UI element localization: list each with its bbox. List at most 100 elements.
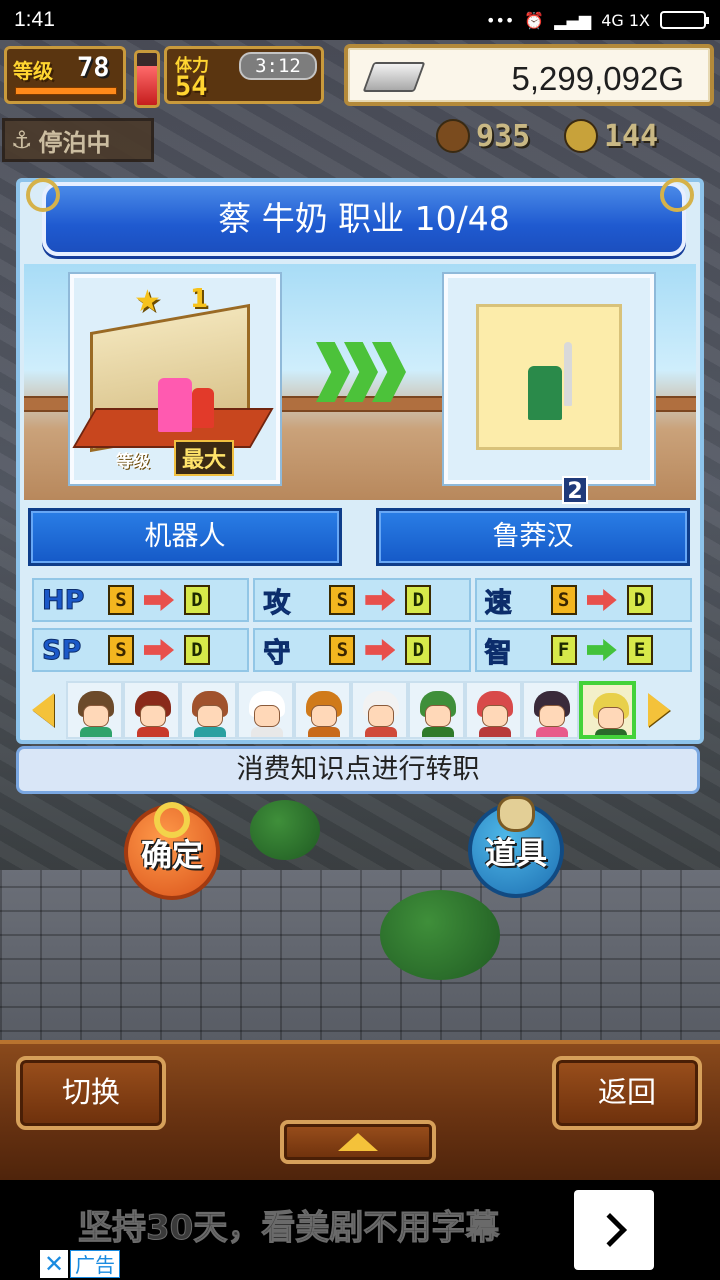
- character-thumb[interactable]: [123, 681, 180, 739]
- transition-arrows-icon: [316, 342, 416, 402]
- ornament-icon: [26, 178, 60, 212]
- bush: [250, 800, 320, 860]
- job-preview-strip: ★ 1 等级 最大: [24, 264, 696, 500]
- stat-attack: 攻 S D: [253, 578, 471, 622]
- status-time: 1:41: [14, 8, 55, 31]
- character-sprite: [528, 366, 562, 420]
- moored-label: 停泊中: [38, 128, 111, 157]
- arrow-right-icon: [365, 639, 396, 661]
- more-icon: •••: [486, 10, 515, 30]
- prev-character-button[interactable]: [24, 684, 62, 736]
- level-tag: 等级: [116, 452, 150, 472]
- stamina-panel: 体力 54 3:12: [164, 46, 324, 104]
- anchor-icon: ⚓: [11, 126, 33, 154]
- arrow-right-icon: [586, 589, 617, 611]
- character-body: [536, 727, 568, 737]
- stat-intelligence: 智 F E: [474, 628, 692, 672]
- stamina-fill: [137, 66, 157, 105]
- ad-text: 坚持30天，看美剧不用字幕: [77, 1208, 500, 1249]
- bottom-bar: 切换 返回: [0, 1040, 720, 1180]
- character-face: [254, 705, 280, 727]
- money-panel: 5,299,092G: [344, 44, 714, 106]
- character-selector: [24, 680, 696, 740]
- silver-ingot-icon: [362, 62, 426, 92]
- arrow-right-icon: [365, 589, 396, 611]
- back-button[interactable]: 返回: [552, 1056, 702, 1130]
- spend-knowledge-button[interactable]: 消费知识点进行转职: [16, 746, 700, 794]
- signal-icon: ▂▄▆: [554, 10, 592, 30]
- knowledge-points: 935: [476, 118, 531, 154]
- character-face: [83, 705, 109, 727]
- star-icon: ★: [134, 284, 161, 319]
- character-thumb[interactable]: [522, 681, 579, 739]
- level-label: 等级: [13, 59, 53, 83]
- bush: [380, 890, 500, 980]
- stat-comparison-grid: HP S D 攻 S D 速 S D SP S D 守 S D 智 F E: [32, 578, 692, 674]
- next-character-button[interactable]: [640, 684, 678, 736]
- ad-close-button[interactable]: ✕: [40, 1250, 68, 1278]
- stat-speed: 速 S D: [474, 578, 692, 622]
- character-thumb[interactable]: [237, 681, 294, 739]
- rank-number: 1: [190, 284, 209, 314]
- network-label: 4G 1X: [601, 10, 650, 30]
- character-body: [365, 727, 397, 737]
- battery-icon: [660, 11, 709, 29]
- character-body: [479, 727, 511, 737]
- arrow-right-icon: [144, 589, 174, 611]
- ad-open-button[interactable]: [574, 1190, 654, 1270]
- level-panel: 等级 78: [4, 46, 126, 104]
- items-button[interactable]: 道具: [468, 796, 564, 898]
- arrow-right-icon: [648, 693, 670, 727]
- new-job-card: [444, 274, 654, 484]
- level-value: 78: [77, 52, 110, 83]
- equipment-count-badge: 2: [562, 476, 588, 504]
- medal-icon: [564, 119, 598, 153]
- character-list: [66, 681, 636, 739]
- arrow-left-icon: [32, 693, 54, 727]
- character-thumb[interactable]: [408, 681, 465, 739]
- character-thumb[interactable]: [66, 681, 123, 739]
- character-body: [595, 729, 627, 735]
- stamina-value: 54: [175, 71, 208, 102]
- max-tag: 最大: [174, 440, 235, 476]
- ad-banner[interactable]: 坚持30天，看美剧不用字幕 ✕ 广告: [0, 1180, 720, 1280]
- bag-icon: [497, 796, 535, 832]
- character-face: [598, 707, 624, 729]
- character-body: [422, 727, 454, 737]
- character-thumb[interactable]: [180, 681, 237, 739]
- character-face: [482, 705, 508, 727]
- stat-hp: HP S D: [32, 578, 250, 622]
- current-job-card: ★ 1 等级 最大: [70, 274, 280, 484]
- status-icons: ••• ⏰ ▂▄▆ 4G 1X: [486, 10, 709, 30]
- moored-status: ⚓ 停泊中: [2, 118, 154, 162]
- character-thumb[interactable]: [294, 681, 351, 739]
- stat-defense: 守 S D: [253, 628, 471, 672]
- chevron-right-icon: [593, 1213, 627, 1247]
- character-face: [368, 705, 394, 727]
- knowledge-icon: [436, 119, 470, 153]
- arrow-right-icon: [586, 639, 617, 661]
- character-thumb[interactable]: [465, 681, 522, 739]
- confirm-button[interactable]: 确定: [124, 802, 220, 900]
- sword-icon: [564, 342, 572, 406]
- ad-tag: 广告: [70, 1250, 120, 1278]
- triangle-up-icon: [338, 1133, 378, 1151]
- character-face: [539, 705, 565, 727]
- new-job-button[interactable]: 鲁莽汉: [376, 508, 690, 566]
- resource-bar: 935 144: [436, 116, 716, 156]
- current-job-button[interactable]: 机器人: [28, 508, 342, 566]
- character-body: [251, 727, 283, 737]
- character-face: [140, 705, 166, 727]
- character-body: [80, 727, 112, 737]
- character-body: [194, 727, 226, 737]
- ornament-icon: [660, 178, 694, 212]
- system-status-bar: 1:41 ••• ⏰ ▂▄▆ 4G 1X: [0, 0, 720, 40]
- dialog-title: 蔡 牛奶 职业 10/48: [42, 182, 686, 256]
- job-change-dialog: 蔡 牛奶 职业 10/48 ★ 1 等级 最大 2 机器人 鲁莽汉 HP S D…: [16, 178, 704, 744]
- character-body: [137, 727, 169, 737]
- character-thumb[interactable]: [351, 681, 408, 739]
- expand-menu-button[interactable]: [280, 1120, 436, 1164]
- switch-button[interactable]: 切换: [16, 1056, 166, 1130]
- character-thumb[interactable]: [579, 681, 636, 739]
- robot-sprite: [192, 388, 214, 428]
